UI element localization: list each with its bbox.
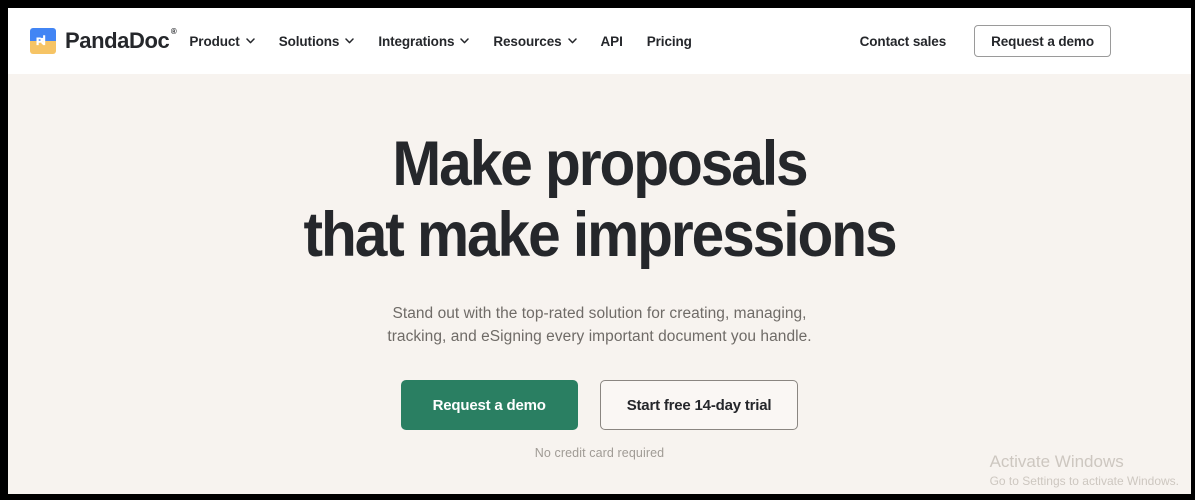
- hero-section: Make proposals that make impressions Sta…: [8, 74, 1191, 494]
- pandadoc-logo-icon: [30, 28, 56, 54]
- screen-frame: PandaDoc ® Product Solutions Integration…: [0, 0, 1195, 500]
- contact-sales-link[interactable]: Contact sales: [860, 34, 947, 49]
- start-free-trial-button[interactable]: Start free 14-day trial: [599, 380, 799, 430]
- brand-name: PandaDoc ®: [65, 27, 177, 54]
- nav-item-product[interactable]: Product: [189, 33, 255, 49]
- nav-item-solutions-label: Solutions: [278, 33, 340, 49]
- brand-name-text: PandaDoc: [65, 28, 170, 53]
- nav-item-product-label: Product: [189, 33, 240, 49]
- nav-item-solutions[interactable]: Solutions: [279, 34, 355, 49]
- nav-item-resources[interactable]: Resources: [493, 33, 577, 49]
- nav-item-resources-label: Resources: [493, 33, 562, 49]
- chevron-down-icon: [245, 38, 255, 44]
- subtitle-line-1: Stand out with the top-rated solution fo…: [392, 305, 807, 322]
- nav-item-pricing[interactable]: Pricing: [647, 34, 692, 49]
- no-credit-card-note: No credit card required: [534, 446, 665, 460]
- subtitle-line-2: tracking, and eSigning every important d…: [387, 328, 812, 345]
- nav-item-pricing-label: Pricing: [646, 33, 692, 49]
- registered-trademark-icon: ®: [170, 27, 177, 36]
- headline-line-2: that make impressions: [303, 200, 897, 270]
- nav-item-api-label: API: [600, 33, 623, 49]
- cta-button-row: Request a demo Start free 14-day trial: [8, 380, 1191, 430]
- browser-viewport: PandaDoc ® Product Solutions Integration…: [8, 8, 1191, 494]
- headline-line-1: Make proposals: [392, 129, 808, 199]
- main-navigation: Product Solutions Integrations Resources…: [189, 34, 715, 49]
- brand-logo[interactable]: PandaDoc ®: [30, 27, 177, 54]
- chevron-down-icon: [345, 38, 355, 44]
- header-actions: Contact sales Request a demo: [860, 25, 1111, 57]
- hero-subtitle: Stand out with the top-rated solution fo…: [8, 271, 1191, 348]
- nav-item-integrations-label: Integrations: [378, 33, 455, 49]
- header-request-demo-button[interactable]: Request a demo: [974, 25, 1111, 57]
- chevron-down-icon: [567, 38, 577, 44]
- request-demo-button[interactable]: Request a demo: [400, 380, 578, 430]
- page-title: Make proposals that make impressions: [49, 74, 1149, 271]
- chevron-down-icon: [460, 38, 470, 44]
- nav-item-integrations[interactable]: Integrations: [378, 33, 470, 49]
- site-header: PandaDoc ® Product Solutions Integration…: [8, 8, 1191, 74]
- nav-item-api[interactable]: API: [601, 34, 623, 49]
